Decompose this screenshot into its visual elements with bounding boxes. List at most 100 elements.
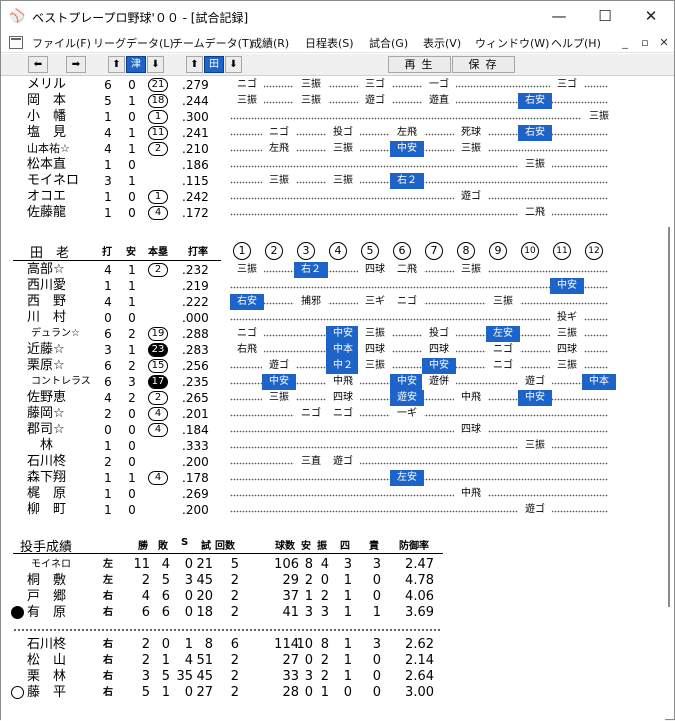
close-button[interactable]: ✕: [628, 1, 674, 33]
mdi-close-button[interactable]: ✕: [656, 35, 672, 50]
menu-schedule[interactable]: 日程表(S): [305, 35, 354, 51]
inning-number: 5: [361, 242, 379, 260]
at-bat-result: 四球: [326, 390, 360, 406]
arrow-down-icon[interactable]: ⬇: [225, 56, 242, 73]
at-bat-result: 三振: [358, 326, 392, 342]
mdi-restore-button[interactable]: ▫: [637, 35, 653, 50]
at-bats: 1: [104, 158, 112, 172]
batting-average: .200: [182, 503, 209, 517]
pitcher-row: 松 山右 2 1 4 51 2 27 0 2 1 0 2.14: [1, 653, 665, 669]
menu-help[interactable]: ヘルプ(H): [551, 35, 601, 51]
at-bat-result: 中安: [518, 390, 552, 406]
at-bats: 3: [104, 343, 112, 357]
at-bat-result: 中安: [390, 374, 424, 390]
at-bat-result: 三振: [294, 93, 328, 109]
menu-league-data[interactable]: リーグデータ(L): [93, 35, 174, 51]
pitcher-row: 有 原右 6 6 0 18 2 41 3 3 1 1 3.69: [1, 605, 665, 621]
arrow-down-icon[interactable]: ⬇: [147, 56, 164, 73]
hits: 2: [128, 391, 136, 405]
at-bat-result: 三振: [550, 358, 584, 374]
menu-file[interactable]: ファイル(F): [32, 35, 91, 51]
at-bat-result: 三直: [294, 454, 328, 470]
at-bats: 4: [104, 295, 112, 309]
arrow-right-icon[interactable]: ➡: [66, 56, 86, 73]
at-bat-result: 右２: [390, 173, 424, 189]
at-bat-result: 三振: [262, 390, 296, 406]
winning-pitcher-mark: [11, 686, 24, 699]
at-bats: 6: [104, 78, 112, 92]
inning-number: 11: [553, 242, 571, 260]
home-runs: 17: [148, 375, 168, 389]
mdi-minimize-button[interactable]: _: [617, 35, 633, 50]
batter-row: 郡司☆ 0 0 4.184 四球: [1, 422, 665, 438]
pitcher-name: 松 山: [27, 653, 67, 668]
home-runs: 2: [148, 142, 168, 156]
home-runs: 21: [148, 78, 168, 92]
pitching-stat: 0: [372, 573, 381, 588]
menu-game[interactable]: 試合(G): [369, 35, 408, 51]
at-bats: 4: [104, 263, 112, 277]
at-bat-result: 中安: [550, 278, 584, 294]
title-bar: ⚾ ベストプレープロ野球'００ - [試合記録] — ☐ ✕: [1, 1, 674, 33]
pitching-header-cell: 安: [301, 541, 311, 552]
at-bat-result: 一ゴ: [422, 77, 456, 93]
menu-window[interactable]: ウィンドウ(W): [475, 35, 549, 51]
hits: 0: [128, 311, 136, 325]
home-runs: 18: [148, 94, 168, 108]
header-ab: 打: [102, 247, 112, 258]
batter-name: 西 野: [27, 294, 67, 309]
at-bat-result: 四球: [422, 342, 456, 358]
at-bat-result: ニゴ: [294, 406, 328, 422]
pitcher-row: 藤 平右 5 1 0 27 2 28 0 1 0 0 3.00: [1, 685, 665, 701]
batter-name: 川 村: [27, 310, 67, 325]
menu-stats[interactable]: 成績(R): [251, 35, 289, 51]
batter-name: コントレラス: [31, 376, 91, 387]
at-bat-result: 三振: [230, 93, 264, 109]
pitching-stat: 4.78: [405, 573, 434, 588]
hits: 0: [128, 190, 136, 204]
batter-name: 西川愛: [27, 278, 67, 293]
vertical-scrollbar[interactable]: [665, 77, 674, 719]
at-bat-result: 三振: [582, 109, 616, 125]
team-top-button[interactable]: 津: [126, 56, 146, 73]
replay-button[interactable]: 再生: [388, 56, 451, 73]
at-bat-result: 三ギ: [358, 294, 392, 310]
batting-average: .279: [182, 78, 209, 92]
maximize-button[interactable]: ☐: [582, 1, 628, 33]
batting-average: .333: [182, 439, 209, 453]
arrow-left-icon[interactable]: ⬅: [28, 56, 48, 73]
at-bat-result: 三振: [230, 262, 264, 278]
at-bat-result: 投ギ: [550, 310, 584, 326]
batter-row: 森下翔 1 1 4.178 左安: [1, 470, 665, 486]
inning-dotted-line: [230, 422, 608, 438]
toolbar: ⬅ ➡ ⬆ 津 ⬇ ⬆ 田 ⬇ 再生 保存: [1, 54, 674, 76]
batting-average: .210: [182, 142, 209, 156]
at-bat-result: 投ゴ: [422, 326, 456, 342]
arrow-up-icon[interactable]: ⬆: [186, 56, 203, 73]
hits: 2: [128, 359, 136, 373]
hits: 0: [128, 110, 136, 124]
losing-pitcher-mark: [11, 606, 24, 619]
hits: 3: [128, 375, 136, 389]
at-bat-result: 死球: [454, 125, 488, 141]
batter-name: オコエ: [27, 189, 67, 204]
minimize-button[interactable]: —: [536, 1, 582, 33]
menu-view[interactable]: 表示(V): [423, 35, 461, 51]
save-button[interactable]: 保存: [452, 56, 515, 73]
batter-row: 藤岡☆ 2 0 4 .201 ニゴ ニゴ 一ギ: [1, 406, 665, 422]
at-bat-result: 右安: [518, 125, 552, 141]
menu-team-data[interactable]: チームデータ(T): [172, 35, 253, 51]
inning-number: 3: [297, 242, 315, 260]
at-bats: 6: [104, 359, 112, 373]
team-bottom-button[interactable]: 田: [204, 56, 224, 73]
scrollbar-thumb[interactable]: [668, 227, 670, 607]
arrow-up-icon[interactable]: ⬆: [108, 56, 125, 73]
batter-row: デュラン☆ 6 2 19.288 ニゴ 中安 三振 投ゴ 左安 三振: [1, 326, 665, 342]
pitching-stat: 2: [230, 685, 239, 700]
document-system-icon[interactable]: [9, 36, 23, 49]
inning-dotted-line: [230, 454, 608, 470]
at-bat-result: 一ギ: [390, 406, 424, 422]
batter-row: 西川愛 1 1 .219 中安: [1, 278, 665, 294]
batter-name: 高部☆: [27, 262, 65, 277]
batting-average: .300: [182, 110, 209, 124]
